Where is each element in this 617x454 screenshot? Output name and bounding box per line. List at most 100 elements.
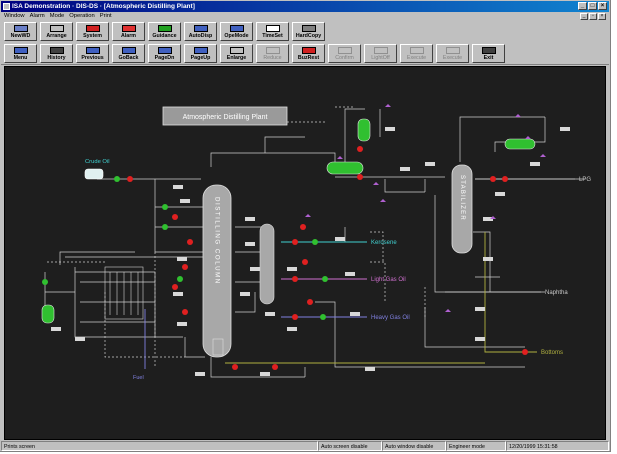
pump[interactable] xyxy=(42,279,48,285)
maximize-button[interactable]: □ xyxy=(588,2,597,10)
pump[interactable] xyxy=(312,239,318,245)
execute-icon xyxy=(445,47,460,54)
instrument-tag[interactable] xyxy=(287,327,297,331)
instrument-tag[interactable] xyxy=(51,327,61,331)
control-valve[interactable] xyxy=(232,364,238,370)
instrument-tag[interactable] xyxy=(365,367,375,371)
menu-print[interactable]: Print xyxy=(100,12,112,21)
instrument-tag[interactable] xyxy=(400,167,410,171)
system-icon xyxy=(85,25,100,32)
child-restore-button[interactable]: ▫ xyxy=(589,13,597,20)
pump[interactable] xyxy=(320,314,326,320)
tb1-system-button[interactable]: System xyxy=(76,22,109,41)
instrument-tag[interactable] xyxy=(475,307,485,311)
tb2-goback-button[interactable]: GoBack xyxy=(112,44,145,63)
instrument-tag[interactable] xyxy=(180,199,190,203)
menu-alarm[interactable]: Alarm xyxy=(30,12,45,21)
app-icon[interactable] xyxy=(3,3,10,10)
tb1-opemode-button[interactable]: OpeMode xyxy=(220,22,253,41)
instrument-tag[interactable] xyxy=(245,242,255,246)
child-close-button[interactable]: × xyxy=(598,13,606,20)
tb1-autodisp-button[interactable]: AutoDisp xyxy=(184,22,217,41)
application-window: ISA Demonstration · DIS-DS · [Atmospheri… xyxy=(0,0,611,452)
instrument-tag[interactable] xyxy=(425,162,435,166)
control-valve[interactable] xyxy=(292,276,298,282)
instrument-tag[interactable] xyxy=(177,257,187,261)
tb1-hardcopy-button[interactable]: HardCopy xyxy=(292,22,325,41)
tb2-enlarge-button[interactable]: Enlarge xyxy=(220,44,253,63)
control-valve[interactable] xyxy=(187,239,193,245)
instrument-tag[interactable] xyxy=(195,372,205,376)
control-valve[interactable] xyxy=(502,176,508,182)
control-valve[interactable] xyxy=(292,314,298,320)
instrument-tag[interactable] xyxy=(245,217,255,221)
instrument-tag[interactable] xyxy=(287,267,297,271)
pump[interactable] xyxy=(162,204,168,210)
control-valve[interactable] xyxy=(302,259,308,265)
status-datetime: 12/20/1999 15:31:58 xyxy=(506,441,609,451)
pump[interactable] xyxy=(114,176,120,182)
control-valve[interactable] xyxy=(272,364,278,370)
tb2-history-button[interactable]: History xyxy=(40,44,73,63)
control-valve[interactable] xyxy=(172,214,178,220)
plant-title: Atmospheric Distilling Plant xyxy=(183,114,268,121)
instrument-tag[interactable] xyxy=(173,292,183,296)
control-valve[interactable] xyxy=(172,284,178,290)
control-valve[interactable] xyxy=(307,299,313,305)
instrument-tag[interactable] xyxy=(335,237,345,241)
lpg-label: LPG xyxy=(579,177,591,183)
instrument-tag[interactable] xyxy=(495,192,505,196)
instrument-tag[interactable] xyxy=(345,272,355,276)
pump[interactable] xyxy=(162,224,168,230)
instrument-tag[interactable] xyxy=(483,257,493,261)
toolbar-button-label: Reduce xyxy=(263,55,282,61)
instrument-tag[interactable] xyxy=(560,127,570,131)
control-valve[interactable] xyxy=(182,309,188,315)
alarm-icon xyxy=(121,25,136,32)
control-valve[interactable] xyxy=(292,239,298,245)
tb2-buzrest-button[interactable]: BuzRest xyxy=(292,44,325,63)
child-minimize-button[interactable]: _ xyxy=(580,13,588,20)
menu-operation[interactable]: Operation xyxy=(69,12,94,21)
tb2-pageup-button[interactable]: PageUp xyxy=(184,44,217,63)
tb2-previous-button[interactable]: Previous xyxy=(76,44,109,63)
tb1-arrange-button[interactable]: Arrange xyxy=(40,22,73,41)
tb2-pagedn-button[interactable]: PageDn xyxy=(148,44,181,63)
execute-icon xyxy=(409,47,424,54)
control-valve[interactable] xyxy=(300,224,306,230)
instrument-tag[interactable] xyxy=(250,267,260,271)
pump[interactable] xyxy=(177,276,183,282)
tb1-newwd-button[interactable]: NewWD xyxy=(4,22,37,41)
tb1-guidance-button[interactable]: Guidance xyxy=(148,22,181,41)
control-valve[interactable] xyxy=(182,264,188,270)
control-valve[interactable] xyxy=(357,146,363,152)
control-valve[interactable] xyxy=(522,349,528,355)
tb2-exit-button[interactable]: Exit xyxy=(472,44,505,63)
instrument-tag[interactable] xyxy=(75,337,85,341)
instrument-tag[interactable] xyxy=(177,322,187,326)
instrument-tag[interactable] xyxy=(350,312,360,316)
control-valve[interactable] xyxy=(357,174,363,180)
menu-mode[interactable]: Mode xyxy=(50,12,65,21)
instrument-tag[interactable] xyxy=(385,127,395,131)
menu-window[interactable]: Window xyxy=(4,12,25,21)
toolbar-button-label: System xyxy=(83,33,102,39)
instrument-tag[interactable] xyxy=(530,162,540,166)
instrument-tag[interactable] xyxy=(173,185,183,189)
pump[interactable] xyxy=(322,276,328,282)
close-button[interactable]: × xyxy=(598,2,607,10)
control-valve[interactable] xyxy=(127,176,133,182)
instrument-tag[interactable] xyxy=(265,312,275,316)
status-screen-mode: Auto screen disable xyxy=(318,441,382,451)
toolbar-button-label: AutoDisp xyxy=(188,33,213,39)
control-valve[interactable] xyxy=(490,176,496,182)
toolbar-button-label: Alarm xyxy=(120,33,136,39)
tb1-timeset-button[interactable]: TimeSet xyxy=(256,22,289,41)
tb2-menu-button[interactable]: Menu xyxy=(4,44,37,63)
minimize-button[interactable]: _ xyxy=(578,2,587,10)
tb1-alarm-button[interactable]: Alarm xyxy=(112,22,145,41)
instrument-tag[interactable] xyxy=(475,337,485,341)
instrument-tag[interactable] xyxy=(240,292,250,296)
plant-title-panel: Atmospheric Distilling Plant xyxy=(162,106,288,126)
instrument-tag[interactable] xyxy=(260,372,270,376)
